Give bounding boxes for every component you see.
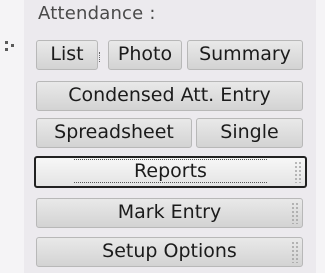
list-button[interactable]: List: [36, 40, 98, 70]
drag-handle-dots: [4, 40, 16, 54]
photo-button[interactable]: Photo: [108, 40, 182, 70]
reports-button-label: Reports: [74, 159, 267, 183]
list-button-label: List: [50, 43, 84, 65]
setup-options-button[interactable]: Setup Options: [36, 237, 303, 267]
mark-entry-button-label: Mark Entry: [117, 201, 222, 223]
summary-button-label: Summary: [199, 43, 291, 65]
attendance-heading: Attendance :: [38, 3, 156, 24]
spreadsheet-button[interactable]: Spreadsheet: [36, 118, 192, 148]
separator-dots: [99, 52, 102, 62]
mark-entry-button[interactable]: Mark Entry: [36, 198, 303, 228]
reports-button[interactable]: Reports: [34, 156, 307, 188]
spreadsheet-button-label: Spreadsheet: [54, 121, 174, 143]
single-button[interactable]: Single: [196, 118, 303, 148]
setup-options-button-label: Setup Options: [102, 240, 237, 262]
grip-dots-icon: [291, 202, 299, 224]
photo-button-label: Photo: [117, 43, 173, 65]
single-button-label: Single: [220, 121, 279, 143]
summary-button[interactable]: Summary: [187, 40, 303, 70]
grip-dots-icon: [291, 241, 299, 263]
condensed-att-entry-button[interactable]: Condensed Att. Entry: [36, 81, 303, 111]
grip-dots-icon: [294, 161, 302, 183]
condensed-att-entry-label: Condensed Att. Entry: [68, 84, 271, 106]
